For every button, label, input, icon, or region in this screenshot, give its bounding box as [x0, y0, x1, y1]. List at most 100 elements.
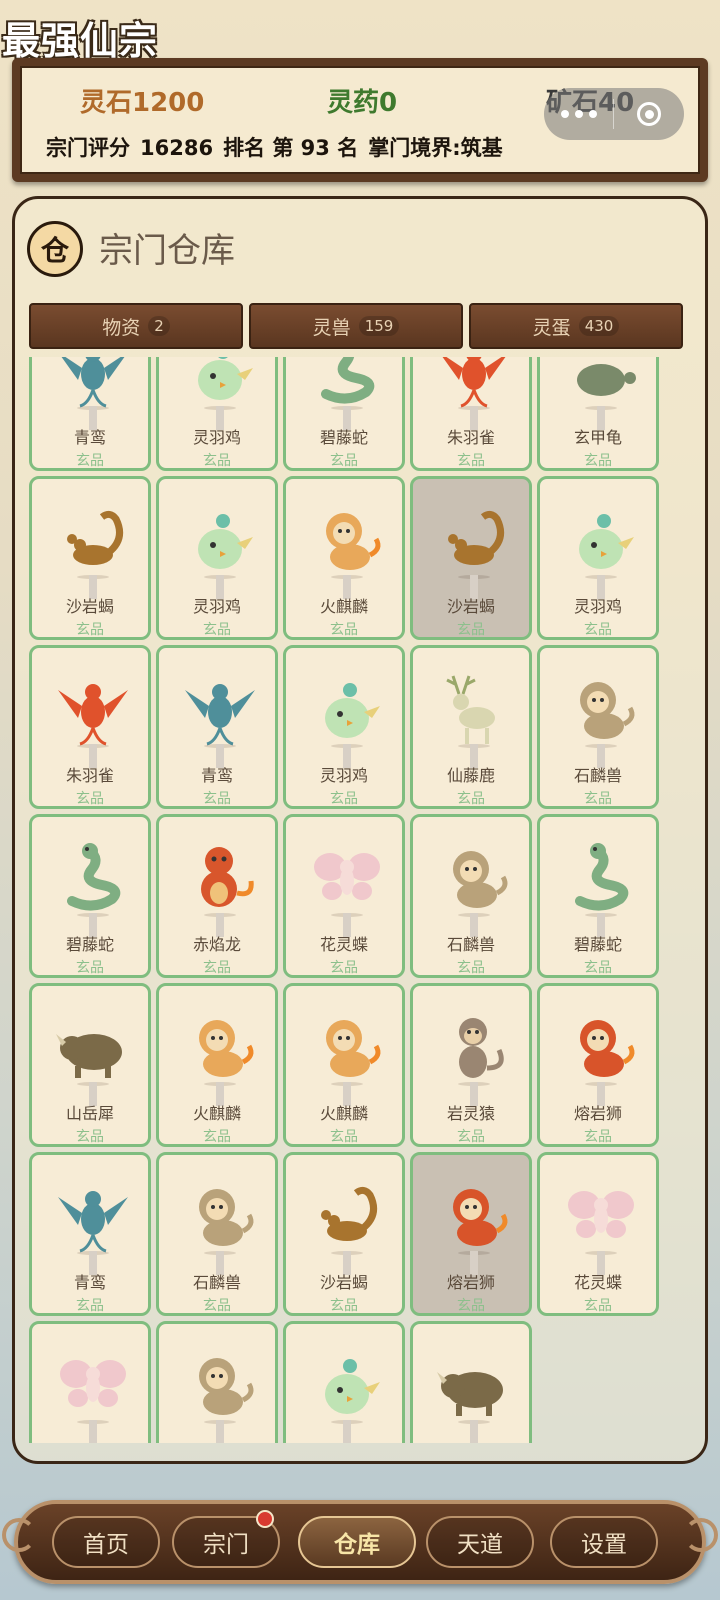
beast-grade: 玄品 [330, 1129, 358, 1145]
beast-grade: 玄品 [76, 1298, 104, 1314]
beast-card[interactable]: 山岳犀玄品 [29, 983, 151, 1147]
tab-spirit-beasts[interactable]: 灵兽 159 [249, 303, 463, 349]
beast-name: 朱羽雀 [446, 428, 495, 447]
master-realm: 掌门境界:筑基 [368, 136, 503, 160]
beast-grade: 玄品 [76, 1129, 104, 1145]
rhino-icon [56, 1034, 122, 1086]
chick-icon [198, 514, 253, 579]
deer-icon [446, 675, 495, 748]
beast-grade: 玄品 [203, 453, 231, 469]
beast-name: 沙岩蝎 [65, 597, 114, 616]
beast-card[interactable]: 朱羽雀 玄品 [410, 357, 532, 471]
beast-card[interactable]: 石麟兽玄品 [537, 645, 659, 809]
beast-grade: 玄品 [457, 622, 485, 638]
beast-grade: 玄品 [584, 453, 612, 469]
beast-card[interactable]: 火麒麟 玄品 [156, 983, 278, 1147]
beast-name: 青鸾 [73, 1273, 106, 1292]
beast-card[interactable]: 石麟兽玄品 [156, 1152, 278, 1316]
beast-name: 火麒麟 [319, 1104, 368, 1123]
beast-grade: 玄品 [584, 622, 612, 638]
butterfly-icon [314, 853, 380, 917]
beast-card[interactable]: 碧藤蛇 玄品 [283, 357, 405, 471]
beast-card[interactable]: 灵羽鸡玄品 [283, 645, 405, 809]
more-menu-icon[interactable] [544, 110, 613, 118]
beast-card[interactable]: 花灵蝶玄品 [29, 1321, 151, 1443]
beast-grade: 玄品 [330, 960, 358, 976]
beast-card[interactable]: 灵羽鸡玄品 [283, 1321, 405, 1443]
bottom-nav: 首页 宗门 仓库 天道 设置 [0, 1478, 720, 1600]
beast-card[interactable]: 岩灵猿 玄品 [410, 983, 532, 1147]
nav-home[interactable]: 首页 [52, 1516, 160, 1568]
bird-blue-icon [185, 684, 255, 748]
tab-spirit-eggs[interactable]: 灵蛋 430 [469, 303, 683, 349]
beast-name: 灵羽鸡 [573, 597, 622, 616]
beast-grade: 玄品 [76, 453, 104, 469]
beast-card[interactable]: 山岳犀玄品 [410, 1321, 532, 1443]
beast-card[interactable]: 朱羽雀 玄品 [29, 645, 151, 809]
close-miniprogram-icon[interactable] [614, 102, 684, 126]
warehouse-emblem-icon: 仓 [27, 221, 83, 277]
beast-card[interactable]: 灵羽鸡玄品 [537, 476, 659, 640]
scorpion-icon [321, 1186, 378, 1255]
beast-card[interactable]: 花灵蝶玄品 [283, 814, 405, 978]
beast-name: 碧藤蛇 [65, 935, 114, 954]
beast-card[interactable]: 仙藤鹿 玄品 [410, 645, 532, 809]
beast-grade: 玄品 [203, 1298, 231, 1314]
beast-card[interactable]: 石麟兽玄品 [410, 814, 532, 978]
beast-name: 灵羽鸡 [319, 766, 368, 785]
beast-card[interactable]: 火麒麟 玄品 [283, 476, 405, 640]
beast-name: 山岳犀 [413, 1438, 529, 1443]
chick-icon [198, 357, 253, 410]
beast-card[interactable]: 青鸾 玄品 [29, 357, 151, 471]
kirin-icon [326, 1020, 381, 1086]
beast-card[interactable]: 沙岩蝎 玄品 [410, 476, 532, 640]
beast-name: 石麟兽 [446, 935, 495, 954]
beast-card[interactable]: 火麒麟 玄品 [283, 983, 405, 1147]
nav-heaven-dao[interactable]: 天道 [426, 1516, 534, 1568]
beast-name: 玄甲龟 [573, 428, 622, 447]
beast-card[interactable]: 沙岩蝎 玄品 [283, 1152, 405, 1316]
beast-grid[interactable]: 青鸾 玄品 灵羽鸡 玄品 碧藤蛇 玄品 朱羽雀 玄品 玄甲龟 玄品 沙岩蝎 玄品 灵羽鸡 玄品 … [15, 357, 705, 1443]
beast-name: 碧藤蛇 [319, 428, 368, 447]
tab-materials[interactable]: 物资 2 [29, 303, 243, 349]
beast-grade: 玄品 [584, 1298, 612, 1314]
beast-card[interactable]: 灵羽鸡玄品 [156, 476, 278, 640]
beast-card[interactable]: 熔岩狮 玄品 [410, 1152, 532, 1316]
beast-grade: 玄品 [76, 960, 104, 976]
beast-card[interactable]: 灵羽鸡玄品 [156, 357, 278, 471]
beast-grade: 玄品 [457, 1298, 485, 1314]
monkey-icon [458, 1018, 504, 1086]
beast-name: 石麟兽 [192, 1273, 241, 1292]
chick-icon [325, 683, 380, 748]
nav-settings[interactable]: 设置 [550, 1516, 658, 1568]
beast-card[interactable]: 碧藤蛇 玄品 [537, 814, 659, 978]
beast-card[interactable]: 青鸾 玄品 [156, 645, 278, 809]
beast-card[interactable]: 熔岩狮 玄品 [537, 983, 659, 1147]
stone-lion-icon [580, 682, 635, 748]
sect-warehouse-panel: 仓 宗门仓库 物资 2 灵兽 159 灵蛋 430 青鸾 玄品 灵羽鸡 玄品 碧藤蛇… [12, 196, 708, 1464]
sect-rank: 排名 第 93 名 [223, 136, 359, 160]
beast-name: 碧藤蛇 [573, 935, 622, 954]
nav-warehouse[interactable]: 仓库 [298, 1516, 416, 1568]
beast-name: 灵羽鸡 [286, 1438, 402, 1443]
beast-card[interactable]: 赤焰龙 玄品 [156, 814, 278, 978]
spirit-stone-count: 灵石1200 [80, 88, 205, 118]
beast-card[interactable]: 沙岩蝎 玄品 [29, 476, 151, 640]
beast-card[interactable]: 青鸾 玄品 [29, 1152, 151, 1316]
turtle-icon [577, 364, 636, 410]
tab-count: 2 [148, 316, 170, 336]
snake-icon [321, 357, 375, 410]
beast-name: 岩灵猿 [446, 1104, 495, 1123]
tab-label: 物资 [102, 316, 141, 339]
chick-icon [325, 1359, 380, 1424]
beast-card[interactable]: 玄甲龟 玄品 [537, 357, 659, 471]
beast-grade: 玄品 [457, 960, 485, 976]
beast-grade: 玄品 [203, 960, 231, 976]
chick-icon [579, 514, 634, 579]
beast-card[interactable]: 石麟兽玄品 [156, 1321, 278, 1443]
beast-card[interactable]: 花灵蝶玄品 [537, 1152, 659, 1316]
beast-grade: 玄品 [330, 622, 358, 638]
beast-grade: 玄品 [584, 960, 612, 976]
beast-name: 花灵蝶 [319, 935, 368, 954]
beast-card[interactable]: 碧藤蛇 玄品 [29, 814, 151, 978]
